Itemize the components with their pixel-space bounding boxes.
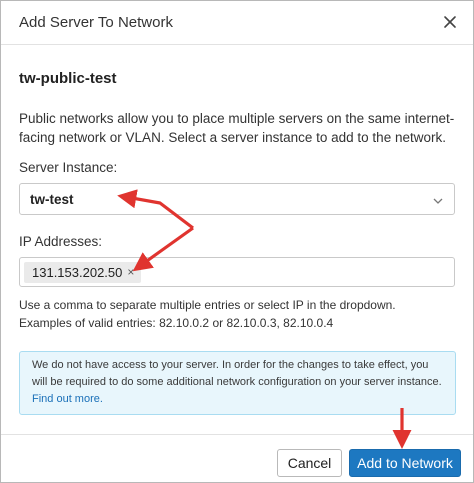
chevron-down-icon [432, 194, 444, 206]
add-server-dialog: Add Server To Network tw-public-test Pub… [0, 0, 474, 483]
ip-hint: Use a comma to separate multiple entries… [19, 296, 459, 332]
server-instance-label: Server Instance: [19, 160, 118, 175]
ip-hint-line1: Use a comma to separate multiple entries… [19, 298, 396, 312]
network-description: Public networks allow you to place multi… [19, 111, 455, 145]
server-instance-select[interactable]: tw-test [19, 183, 455, 215]
info-notice: We do not have access to your server. In… [19, 351, 456, 415]
cancel-button[interactable]: Cancel [277, 449, 342, 477]
server-instance-value: tw-test [30, 192, 74, 207]
add-to-network-button[interactable]: Add to Network [349, 449, 461, 477]
ip-addresses-label: IP Addresses: [19, 234, 103, 249]
dialog-footer: Cancel Add to Network [1, 434, 473, 482]
ip-addresses-input[interactable]: 131.153.202.50 × [19, 257, 455, 287]
ip-hint-line2: Examples of valid entries: 82.10.0.2 or … [19, 316, 334, 330]
info-notice-text: We do not have access to your server. In… [32, 359, 442, 388]
ip-chip-value: 131.153.202.50 [32, 265, 123, 280]
dialog-title: Add Server To Network [19, 14, 173, 31]
close-icon[interactable] [441, 13, 459, 31]
chip-remove-icon[interactable]: × [127, 262, 134, 283]
network-name: tw-public-test [19, 70, 117, 87]
find-out-more-link[interactable]: Find out more. [32, 393, 103, 405]
dialog-header: Add Server To Network [1, 1, 473, 45]
ip-chip: 131.153.202.50 × [24, 262, 142, 283]
